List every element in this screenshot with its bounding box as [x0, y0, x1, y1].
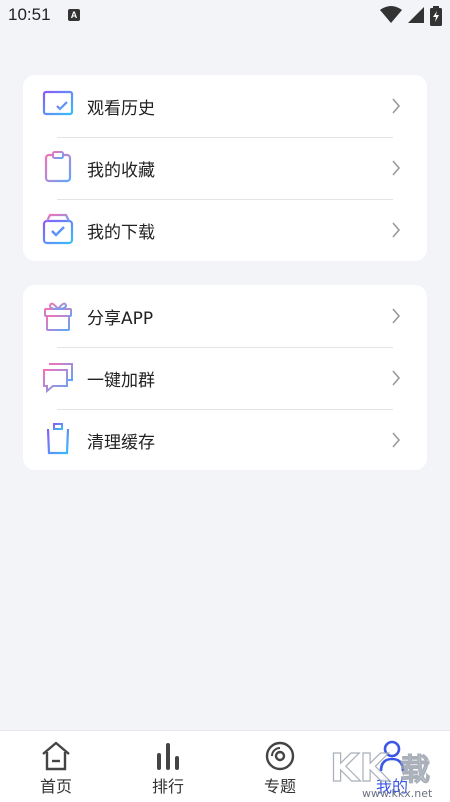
gift-icon — [44, 302, 72, 331]
tab-ranking[interactable]: 排行 — [112, 731, 224, 802]
status-time: 10:51 — [8, 5, 51, 24]
history-tv-icon — [42, 90, 74, 120]
download-box-icon — [42, 213, 74, 245]
topic-disc-icon — [265, 741, 295, 771]
chevron-right-icon — [392, 98, 401, 114]
menu-card-1: 观看历史 我的收藏 我的下载 — [23, 75, 427, 261]
trash-icon — [45, 423, 71, 455]
tab-home[interactable]: 首页 — [0, 731, 112, 802]
tab-label: 排行 — [151, 777, 184, 796]
tab-label: 专题 — [263, 777, 296, 796]
chevron-right-icon — [392, 308, 401, 324]
menu-item-label: 我的收藏 — [87, 161, 155, 181]
tab-label: 我的 — [375, 777, 408, 796]
home-icon — [42, 741, 70, 771]
status-icons — [379, 6, 442, 26]
ranking-bars-icon — [157, 743, 179, 770]
menu-item-history[interactable]: 观看历史 — [23, 75, 427, 137]
tab-topics[interactable]: 专题 — [224, 731, 336, 802]
signal-icon — [407, 7, 424, 23]
menu-item-label: 我的下载 — [87, 223, 155, 243]
chat-group-icon — [43, 363, 73, 394]
chevron-right-icon — [392, 432, 401, 448]
status-bar: 10:51 A — [0, 0, 450, 32]
menu-card-2: 分享APP 一键加群 清理缓存 — [23, 285, 427, 470]
menu-item-label: 一键加群 — [87, 371, 155, 391]
battery-icon — [430, 6, 442, 26]
chevron-right-icon — [392, 370, 401, 386]
notification-a-icon: A — [68, 9, 80, 21]
tab-mine[interactable]: 我的 — [336, 731, 448, 802]
bottom-tab-bar: 首页 排行 专题 我的 — [0, 730, 450, 802]
menu-item-label: 分享APP — [87, 309, 154, 329]
menu-item-label: 清理缓存 — [87, 433, 155, 453]
menu-item-clear-cache[interactable]: 清理缓存 — [23, 409, 427, 471]
menu-item-downloads[interactable]: 我的下载 — [23, 199, 427, 261]
chevron-right-icon — [392, 160, 401, 176]
user-icon — [379, 740, 405, 772]
favorites-clipboard-icon — [44, 151, 72, 183]
wifi-icon — [379, 6, 402, 23]
menu-item-favorites[interactable]: 我的收藏 — [23, 137, 427, 199]
menu-item-share-app[interactable]: 分享APP — [23, 285, 427, 347]
menu-item-label: 观看历史 — [87, 99, 155, 119]
menu-item-join-group[interactable]: 一键加群 — [23, 347, 427, 409]
chevron-right-icon — [392, 222, 401, 238]
tab-label: 首页 — [39, 777, 72, 796]
